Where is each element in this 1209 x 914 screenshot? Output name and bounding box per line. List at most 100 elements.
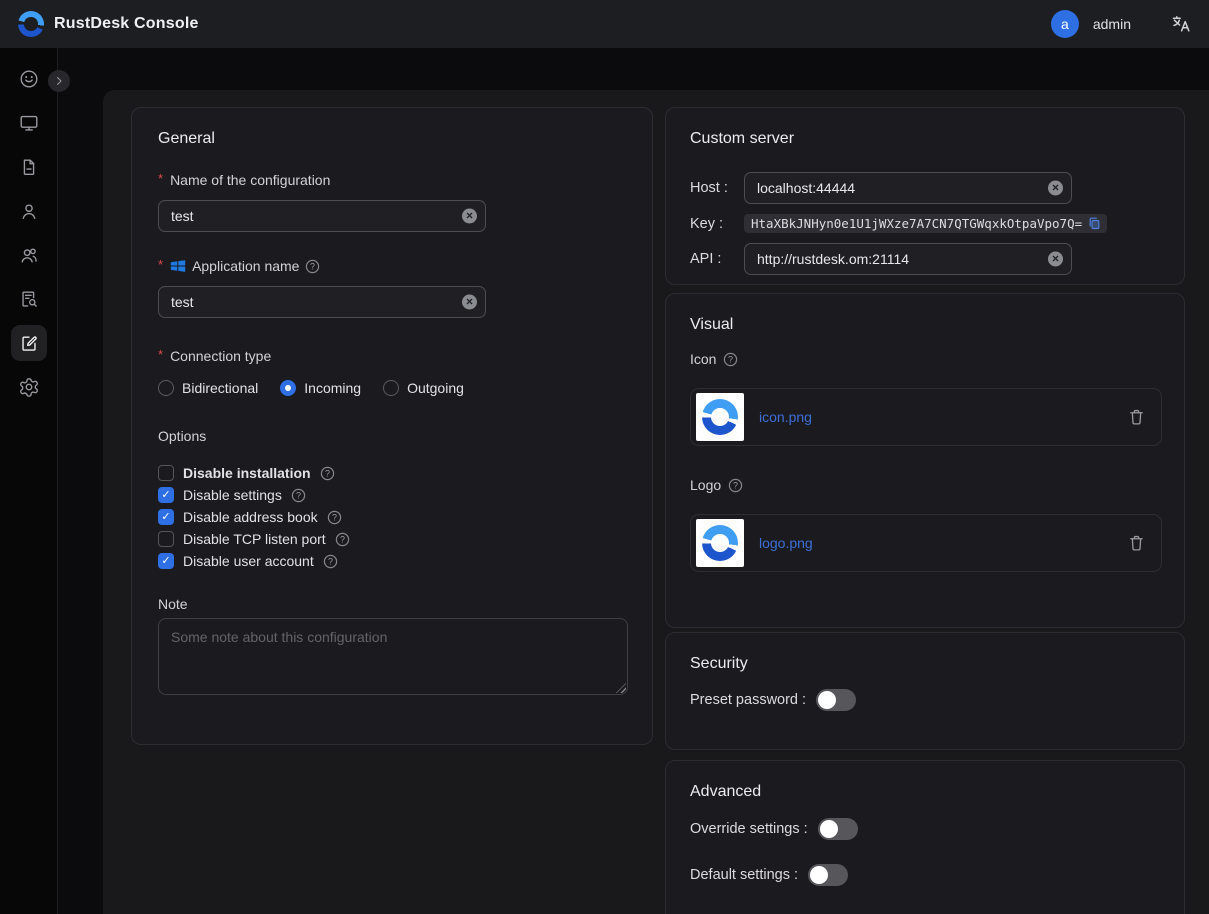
radio-icon[interactable] [158,380,174,396]
sidebar-item-custom-client[interactable] [11,325,47,361]
svg-text:?: ? [325,468,330,478]
sidebar-item-audit[interactable] [11,281,47,317]
trash-icon[interactable] [1128,408,1145,426]
icon-upload-row: icon.png [690,388,1162,446]
svg-text:?: ? [310,261,315,271]
key-value: HtaXBkJNHyn0e1U1jWXze7A7CN7QTGWqxkOtpaVp… [751,216,1082,231]
preset-password-toggle[interactable] [816,689,856,711]
option-disable-tcp-listen-port[interactable]: Disable TCP listen port ? [158,528,626,550]
help-icon[interactable]: ? [723,352,738,367]
override-settings-toggle[interactable] [818,818,858,840]
icon-thumbnail [696,393,744,441]
connection-type-label: * Connection type [158,348,626,364]
option-disable-settings[interactable]: Disable settings ? [158,484,626,506]
config-name-input[interactable] [158,200,486,232]
help-icon[interactable]: ? [323,554,338,569]
help-icon[interactable]: ? [335,532,350,547]
default-settings-row: Default settings : [690,864,1160,886]
sidebar-item-settings[interactable] [11,369,47,405]
key-row: Key : HtaXBkJNHyn0e1U1jWXze7A7CN7QTGWqxk… [690,214,1160,233]
edit-icon [18,332,40,354]
svg-text:?: ? [733,480,738,490]
document-icon [18,156,40,178]
logo-file-link[interactable]: logo.png [759,535,813,551]
help-icon[interactable]: ? [305,259,320,274]
main-content: General * Name of the configuration * Ap… [103,90,1209,914]
svg-text:?: ? [296,490,301,500]
checkbox-icon[interactable] [158,553,174,569]
override-settings-row: Override settings : [690,818,1160,840]
trash-icon[interactable] [1128,534,1145,552]
help-icon[interactable]: ? [291,488,306,503]
sidebar-expand-button[interactable] [48,70,70,92]
option-disable-address-book[interactable]: Disable address book ? [158,506,626,528]
required-asterisk: * [158,257,163,272]
custom-server-title: Custom server [690,130,1160,148]
clear-icon[interactable] [462,209,477,224]
rustdesk-logo-icon [702,525,738,561]
option-disable-user-account[interactable]: Disable user account ? [158,550,626,572]
audit-log-icon [18,288,40,310]
radio-icon[interactable] [280,380,296,396]
advanced-title: Advanced [690,783,1160,801]
sidebar-item-devices[interactable] [11,105,47,141]
required-asterisk: * [158,347,163,362]
radio-icon[interactable] [383,380,399,396]
checkbox-icon[interactable] [158,465,174,481]
chevron-right-icon [53,75,65,87]
api-input[interactable] [744,243,1072,275]
clear-icon[interactable] [1048,252,1063,267]
monitor-icon [18,112,40,134]
translate-icon[interactable] [1171,14,1191,34]
host-input[interactable] [744,172,1072,204]
rustdesk-logo-icon [702,399,738,435]
svg-text:?: ? [728,354,733,364]
radio-bidirectional[interactable]: Bidirectional [158,380,258,396]
security-card: Security Preset password : [665,632,1185,750]
note-textarea[interactable] [158,618,628,695]
app-name-input[interactable] [158,286,486,318]
checkbox-icon[interactable] [158,509,174,525]
host-field [744,172,1072,204]
config-name-label: * Name of the configuration [158,172,626,188]
key-label: Key : [690,216,744,232]
host-label: Host : [690,180,744,196]
option-disable-installation[interactable]: Disable installation ? [158,462,626,484]
connection-type-options: Bidirectional Incoming Outgoing [158,380,626,396]
radio-outgoing[interactable]: Outgoing [383,380,464,396]
help-icon[interactable]: ? [728,478,743,493]
sidebar-item-dashboard[interactable] [11,61,47,97]
sidebar-item-sessions[interactable] [11,149,47,185]
help-icon[interactable]: ? [320,466,335,481]
svg-text:?: ? [340,534,345,544]
username[interactable]: admin [1093,16,1131,32]
logo-thumbnail [696,519,744,567]
logo-label: Logo ? [690,477,1160,493]
icon-label: Icon ? [690,351,1160,367]
gear-icon [18,376,40,398]
sidebar-item-users[interactable] [11,193,47,229]
help-icon[interactable]: ? [327,510,342,525]
user-avatar[interactable]: a [1051,10,1079,38]
copy-icon[interactable] [1087,216,1102,231]
radio-incoming[interactable]: Incoming [280,380,361,396]
api-field [744,243,1072,275]
brand: RustDesk Console [18,11,199,37]
app-name-field [158,286,486,318]
note-field [158,618,628,695]
security-title: Security [690,655,1160,673]
custom-server-card: Custom server Host : Key : HtaXBkJNHyn0e… [665,107,1185,285]
checkbox-icon[interactable] [158,487,174,503]
checkbox-icon[interactable] [158,531,174,547]
svg-text:?: ? [328,556,333,566]
default-settings-toggle[interactable] [808,864,848,886]
clear-icon[interactable] [462,295,477,310]
clear-icon[interactable] [1048,181,1063,196]
icon-file-link[interactable]: icon.png [759,409,812,425]
api-label: API : [690,251,744,267]
advanced-card: Advanced Override settings : Default set… [665,760,1185,914]
smiley-icon [18,68,40,90]
sidebar [0,48,58,914]
note-label: Note [158,596,626,612]
sidebar-item-groups[interactable] [11,237,47,273]
